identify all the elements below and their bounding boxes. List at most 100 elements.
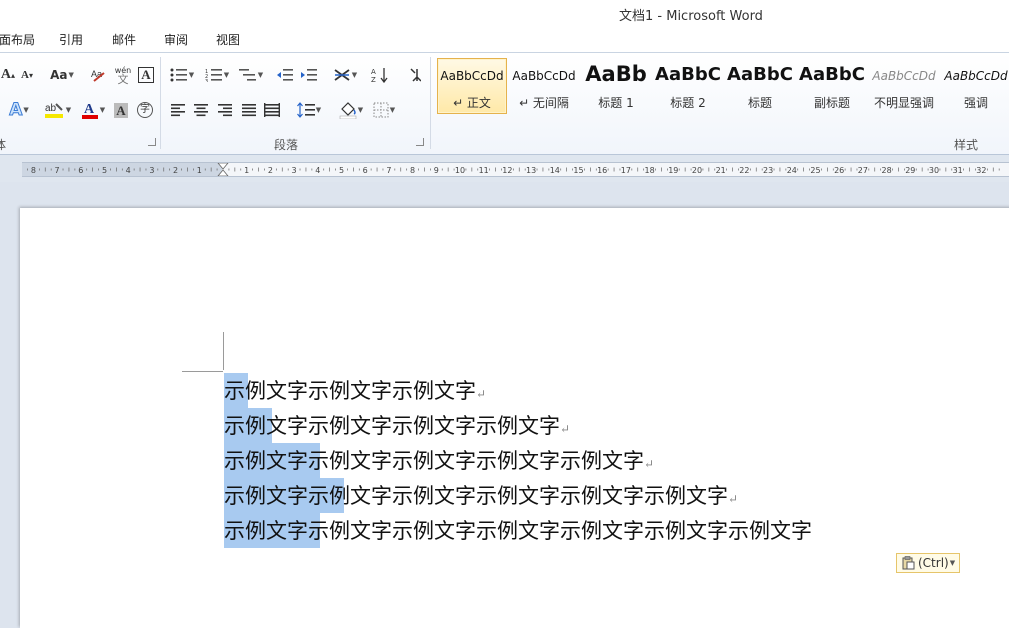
clear-format-icon: Aa <box>91 69 105 82</box>
decrease-indent-button[interactable] <box>275 65 295 85</box>
ruler-label: 11 <box>479 166 489 175</box>
style-name: 副标题 <box>813 96 850 110</box>
styles-group-label: 样式 <box>954 138 979 152</box>
line-text: 示例文字示例文字示例文字示例文字示例文字 <box>224 449 644 473</box>
highlight-button[interactable]: ab ▼ <box>41 100 73 120</box>
style-sample: AaBbCcDd <box>440 69 504 83</box>
style-subtitle[interactable]: AaBbC 副标题 <box>797 58 867 114</box>
ruler-label: 14 <box>550 166 560 175</box>
tab-page-layout[interactable]: 面布局 <box>0 31 35 48</box>
horizontal-ruler[interactable]: 8 7 6 5 4 3 2 1 1 2 3 4 5 6 7 8 9 10 11 12 13 14 15 16 17 18 19 20 2… <box>22 162 1009 177</box>
font-group-label: 体 <box>0 138 7 152</box>
ruler-label: 23 <box>763 166 773 175</box>
chinese-layout-button[interactable]: ▼ <box>330 65 360 85</box>
sort-button[interactable]: AZ <box>370 65 390 85</box>
ruler-label: 7 <box>55 166 60 175</box>
svg-text:A: A <box>371 68 376 76</box>
ruler-label: 18 <box>645 166 655 175</box>
ruler-label: 4 <box>126 166 131 175</box>
paragraph-mark-icon <box>410 68 421 82</box>
paragraph-mark: ↵ <box>728 492 739 506</box>
justify-icon <box>242 104 256 117</box>
character-border-button[interactable]: A <box>137 65 155 85</box>
ruler-label: 6 <box>78 166 83 175</box>
character-shading-button[interactable]: A <box>112 100 130 120</box>
title-bar: 文档1 - Microsoft Word <box>0 0 1009 28</box>
line-text: 示例文字示例文字示例文字示例文字示例文字示例文字 <box>224 484 728 508</box>
tab-review[interactable]: 审阅 <box>164 31 188 48</box>
show-marks-button[interactable] <box>405 65 423 85</box>
ruler-label: 16 <box>597 166 607 175</box>
paragraph-mark: ↵ <box>644 457 655 471</box>
document-line[interactable]: 示例文字示例文字示例文字示例文字示例文字示例文字↵ <box>224 481 738 511</box>
align-center-icon <box>194 104 208 117</box>
align-center-button[interactable] <box>191 100 211 120</box>
hanging-indent-marker <box>217 169 229 176</box>
ruler-label: 7 <box>386 166 391 175</box>
shading-button[interactable]: ▼ <box>336 100 366 120</box>
paint-bucket-icon <box>339 102 357 119</box>
change-case-button[interactable]: Aa ▼ <box>47 65 77 85</box>
grow-font-button[interactable]: A ▴ <box>0 65 16 85</box>
style-name: 强调 <box>963 96 988 110</box>
sort-icon: AZ <box>371 68 388 83</box>
crop-mark <box>223 332 224 370</box>
ruler-label: 3 <box>149 166 154 175</box>
style-subtle-emphasis[interactable]: AaBbCcDd 不明显强调 <box>869 58 939 114</box>
font-color-button[interactable]: A ▼ <box>78 100 108 120</box>
align-right-button[interactable] <box>215 100 235 120</box>
font-dialog-launcher[interactable] <box>148 138 156 146</box>
numbering-button[interactable]: 1 2 3 ▼ <box>202 65 232 85</box>
document-line[interactable]: 示例文字示例文字示例文字↵ <box>224 376 486 406</box>
style-emphasis[interactable]: AaBbCcDd 强调 <box>941 58 1009 114</box>
increase-indent-button[interactable] <box>299 65 319 85</box>
multilevel-list-icon <box>238 69 256 81</box>
paragraph-dialog-launcher[interactable] <box>416 138 424 146</box>
multilevel-list-button[interactable]: ▼ <box>236 65 266 85</box>
svg-text:A: A <box>84 102 95 117</box>
ruler-label: 6 <box>363 166 368 175</box>
ruler-label: 1 <box>244 166 249 175</box>
line-spacing-button[interactable]: ▼ <box>294 100 324 120</box>
crop-mark <box>182 371 223 372</box>
clear-format-button[interactable]: Aa <box>88 65 110 85</box>
justify-button[interactable] <box>239 100 259 120</box>
distributed-button[interactable] <box>262 100 282 120</box>
ruler-label: 13 <box>526 166 536 175</box>
ruler-label: 21 <box>716 166 726 175</box>
paragraph-mark: ↵ <box>560 422 571 436</box>
style-title[interactable]: AaBbC 标题 <box>725 58 795 114</box>
ruler-label: 28 <box>882 166 892 175</box>
svg-text:Aa: Aa <box>91 69 102 79</box>
paste-options-button[interactable]: (Ctrl) ▼ <box>896 553 961 573</box>
ruler-label: 17 <box>621 166 631 175</box>
style-no-spacing[interactable]: AaBbCcDd ↵ 无间隔 <box>509 58 579 114</box>
bullets-button[interactable]: ▼ <box>168 65 196 85</box>
phonetic-guide-button[interactable]: wén 文 <box>112 65 134 85</box>
shrink-font-button[interactable]: A ▾ <box>18 65 36 85</box>
tab-view[interactable]: 视图 <box>216 31 240 48</box>
document-page[interactable]: 示例文字示例文字示例文字↵ 示例文字示例文字示例文字示例文字↵ 示例文字示例文字… <box>20 208 1009 628</box>
document-line[interactable]: 示例文字示例文字示例文字示例文字示例文字示例文字示例文字 <box>224 516 812 546</box>
tab-references[interactable]: 引用 <box>59 31 83 48</box>
style-heading-2[interactable]: AaBbC 标题 2 <box>653 58 723 114</box>
line-text: 示例文字示例文字示例文字示例文字示例文字示例文字示例文字 <box>224 519 812 543</box>
borders-button[interactable]: ▼ <box>370 100 398 120</box>
style-sample: AaBbCcDd <box>944 69 1008 83</box>
ruler-ticks: 8 7 6 5 4 3 2 1 1 2 3 4 5 6 7 8 9 10 11 12 13 14 15 16 17 18 19 20 2… <box>27 163 1000 176</box>
enclose-character-button[interactable]: 字 <box>136 100 154 120</box>
document-line[interactable]: 示例文字示例文字示例文字示例文字↵ <box>224 411 570 441</box>
style-heading-1[interactable]: AaBb 标题 1 <box>581 58 651 114</box>
increase-indent-icon <box>301 69 317 81</box>
document-line[interactable]: 示例文字示例文字示例文字示例文字示例文字↵ <box>224 446 654 476</box>
style-normal[interactable]: AaBbCcDd ↵ 正文 <box>437 58 507 114</box>
decrease-indent-icon <box>277 69 293 81</box>
line-spacing-icon <box>296 102 315 118</box>
ruler-label: 29 <box>905 166 915 175</box>
style-sample: AaBbCcDd <box>512 69 576 83</box>
line-text: 示例文字示例文字示例文字示例文字 <box>224 414 560 438</box>
ribbon-tabs: 面布局 引用 邮件 审阅 视图 <box>0 28 1009 53</box>
text-effects-button[interactable]: A ▼ <box>6 100 32 121</box>
tab-mailings[interactable]: 邮件 <box>112 31 136 48</box>
align-left-button[interactable] <box>168 100 188 120</box>
